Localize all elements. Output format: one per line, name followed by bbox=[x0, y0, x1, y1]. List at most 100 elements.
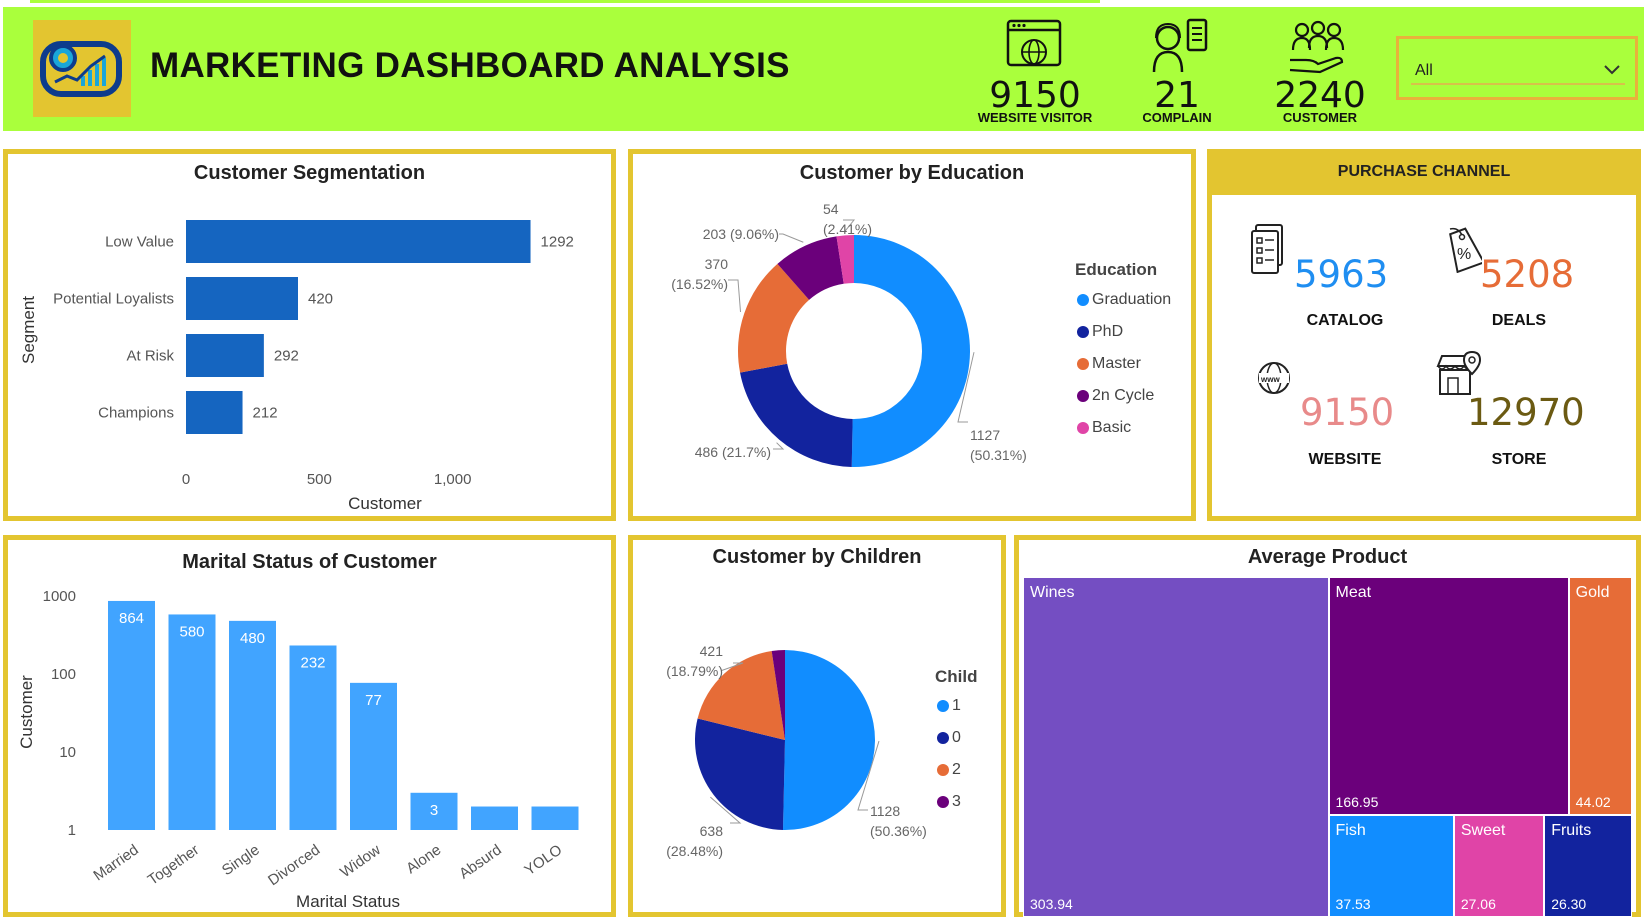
segment-bar[interactable] bbox=[186, 334, 264, 377]
education-data-label: 54 bbox=[823, 201, 839, 217]
treemap-tile-fruits[interactable]: Fruits 26.30 bbox=[1544, 814, 1632, 917]
children-data-label: 421 bbox=[700, 643, 724, 659]
education-data-sublabel: (50.31%) bbox=[970, 447, 1027, 463]
children-legend-item[interactable]: 1 bbox=[937, 690, 961, 722]
children-data-label: 1128 bbox=[870, 803, 900, 819]
children-slice[interactable] bbox=[782, 650, 875, 830]
education-legend-item[interactable]: Basic bbox=[1077, 412, 1171, 444]
children-legend-marker bbox=[937, 764, 949, 776]
segment-y-axis-title: Segment bbox=[19, 296, 38, 364]
marital-data-label: 864 bbox=[119, 610, 144, 627]
marital-y-axis-title: Customer bbox=[17, 675, 36, 749]
education-legend-item[interactable]: Graduation bbox=[1077, 284, 1171, 316]
marital-y-tick: 10 bbox=[59, 744, 76, 761]
segment-x-tick: 0 bbox=[182, 471, 190, 488]
treemap-tile-fish[interactable]: Fish 37.53 bbox=[1328, 814, 1454, 917]
children-legend: 1 0 2 3 bbox=[937, 690, 961, 818]
marital-category-label: Married bbox=[90, 841, 141, 884]
support-agent-icon bbox=[1146, 18, 1208, 74]
treemap-tile-value: 166.95 bbox=[1335, 793, 1379, 810]
treemap-tile-value: 27.06 bbox=[1460, 895, 1496, 912]
kpi-complain-value: 21 bbox=[1154, 75, 1200, 116]
segment-category-label: At Risk bbox=[126, 348, 174, 365]
catalog-value: 5963 bbox=[1294, 253, 1389, 296]
marital-bar[interactable] bbox=[229, 620, 276, 830]
children-legend-item[interactable]: 2 bbox=[937, 754, 961, 786]
segment-category-label: Potential Loyalists bbox=[53, 291, 174, 308]
education-legend-marker bbox=[1077, 294, 1089, 306]
store-value: 12970 bbox=[1467, 391, 1585, 434]
marital-category-label: YOLO bbox=[521, 841, 565, 879]
treemap-tile-wines[interactable]: Wines 303.94 bbox=[1023, 577, 1329, 917]
marital-y-tick: 1 bbox=[68, 822, 76, 839]
children-legend-item[interactable]: 3 bbox=[937, 786, 961, 818]
children-legend-label: 2 bbox=[952, 761, 961, 778]
purchase-channel-panel: 5963 CATALOG % 5208 DEALS www 9150 WEBSI… bbox=[1207, 195, 1641, 521]
education-legend-marker bbox=[1077, 422, 1089, 434]
education-leader-line bbox=[773, 442, 785, 450]
segmentation-panel: Customer Segmentation Low Value 1292 Poten… bbox=[3, 149, 616, 521]
kpi-website-visitor-label: WEBSITE VISITOR bbox=[977, 110, 1093, 125]
marital-category-label: Widow bbox=[337, 841, 384, 881]
marital-bar[interactable] bbox=[168, 614, 216, 830]
education-legend-item[interactable]: Master bbox=[1077, 348, 1171, 380]
avg-product-treemap: Wines 303.94 Meat 166.95 Gold 44.02 Fish 37.53 S… bbox=[1023, 577, 1632, 917]
filter-dropdown[interactable]: All bbox=[1411, 53, 1625, 85]
marital-data-label: 77 bbox=[365, 692, 382, 709]
children-legend-label: 3 bbox=[952, 793, 961, 810]
children-legend-label: 0 bbox=[952, 729, 961, 746]
education-legend: Graduation PhD Master 2n Cycle Basic bbox=[1077, 284, 1171, 444]
marital-bar[interactable] bbox=[531, 806, 579, 830]
segment-data-label: 292 bbox=[274, 348, 299, 365]
marital-category-label: Divorced bbox=[265, 841, 323, 889]
segment-bar[interactable] bbox=[186, 220, 531, 263]
children-legend-item[interactable]: 0 bbox=[937, 722, 961, 754]
catalog-icon bbox=[1250, 223, 1286, 280]
children-legend-title: Child bbox=[935, 667, 978, 686]
chevron-down-icon bbox=[1603, 63, 1621, 81]
marital-data-label: 3 bbox=[430, 802, 438, 819]
www-globe-icon: www bbox=[1256, 360, 1292, 401]
treemap-tile-label: Fruits bbox=[1551, 821, 1592, 839]
marital-category-label: Together bbox=[145, 841, 203, 888]
svg-text:%: % bbox=[1457, 246, 1471, 263]
website-icon bbox=[1005, 18, 1063, 74]
children-data-sublabel: (18.79%) bbox=[666, 663, 723, 679]
website-value: 9150 bbox=[1300, 391, 1395, 434]
svg-text:www: www bbox=[1260, 375, 1280, 384]
education-legend-item[interactable]: PhD bbox=[1077, 316, 1171, 348]
education-panel: Customer by Education 1127 (50.31%) 486 (2… bbox=[628, 149, 1196, 521]
marital-bar[interactable] bbox=[471, 806, 518, 830]
treemap-tile-meat[interactable]: Meat 166.95 bbox=[1328, 577, 1569, 815]
education-legend-item[interactable]: 2n Cycle bbox=[1077, 380, 1171, 412]
segment-bar[interactable] bbox=[186, 277, 298, 320]
analytics-logo-icon bbox=[40, 41, 122, 97]
treemap-tile-gold[interactable]: Gold 44.02 bbox=[1568, 577, 1632, 815]
education-legend-label: Graduation bbox=[1092, 291, 1172, 308]
avg-product-title: Average Product bbox=[1247, 546, 1408, 568]
children-data-sublabel: (50.36%) bbox=[870, 823, 927, 839]
treemap-tile-sweet[interactable]: Sweet 27.06 bbox=[1453, 814, 1545, 917]
treemap-tile-label: Sweet bbox=[1460, 821, 1506, 839]
segment-category-label: Low Value bbox=[105, 234, 174, 251]
treemap-tile-value: 303.94 bbox=[1030, 896, 1073, 912]
marital-bar[interactable] bbox=[289, 645, 337, 830]
education-data-sublabel: (16.52%) bbox=[671, 276, 728, 292]
education-legend-label: 2n Cycle bbox=[1092, 387, 1155, 404]
treemap-tile-label: Fish bbox=[1335, 821, 1366, 839]
treemap-tile-value: 26.30 bbox=[1551, 895, 1587, 912]
kpi-customer-value: 2240 bbox=[1274, 75, 1366, 116]
deals-label: DEALS bbox=[1491, 312, 1547, 329]
education-data-label: 1127 bbox=[970, 427, 1000, 443]
filter-dropdown-value: All bbox=[1415, 62, 1433, 79]
marital-bar[interactable] bbox=[108, 600, 155, 830]
education-legend-title: Education bbox=[1075, 260, 1158, 279]
children-legend-label: 1 bbox=[952, 697, 961, 714]
segment-bar[interactable] bbox=[186, 391, 243, 434]
marital-category-label: Alone bbox=[403, 841, 444, 877]
children-data-sublabel: (28.48%) bbox=[666, 843, 723, 859]
education-slice[interactable] bbox=[851, 235, 971, 467]
education-legend-marker bbox=[1077, 358, 1089, 370]
marital-y-tick: 100 bbox=[51, 666, 76, 683]
children-legend-marker bbox=[937, 700, 949, 712]
